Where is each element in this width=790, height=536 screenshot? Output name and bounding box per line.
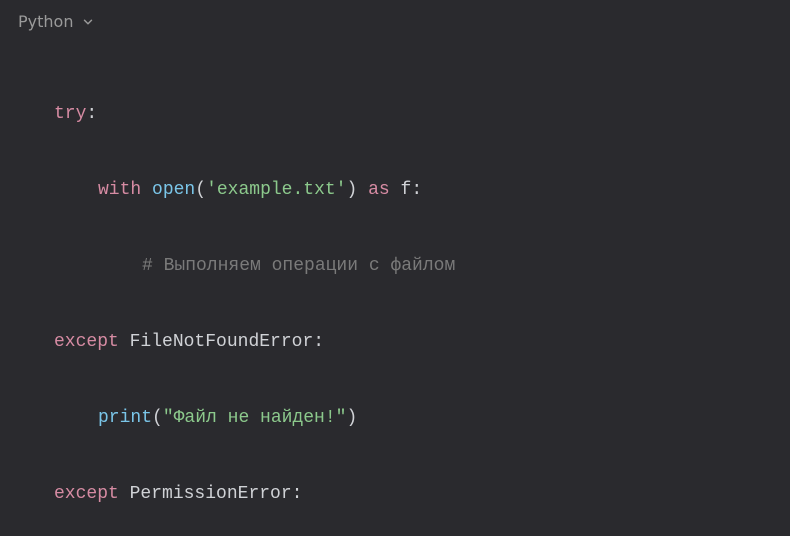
function-open: open [152,180,195,200]
code-line: with open('example.txt') as f: [54,171,772,209]
exception-class: PermissionError [130,484,292,504]
comment: # Выполняем операции с файлом [142,256,455,276]
keyword-with: with [98,180,141,200]
exception-class: FileNotFoundError [130,332,314,352]
language-selector[interactable]: Python [0,0,790,39]
keyword-as: as [368,180,390,200]
paren-open: ( [195,180,206,200]
string-literal: 'example.txt' [206,180,346,200]
keyword-except: except [54,332,119,352]
code-editor-panel: Python try: with open('example.txt') as … [0,0,790,536]
function-print: print [98,408,152,428]
code-block[interactable]: try: with open('example.txt') as f: # Вы… [0,39,790,536]
keyword-try: try [54,104,86,124]
code-line: except FileNotFoundError: [54,323,772,361]
colon: : [292,484,303,504]
code-line: print("Файл не найден!") [54,399,772,437]
language-label: Python [18,12,73,31]
string-literal: "Файл не найден!" [163,408,347,428]
code-line: except PermissionError: [54,475,772,513]
colon: : [313,332,324,352]
paren-open: ( [152,408,163,428]
keyword-except: except [54,484,119,504]
code-line: try: [54,95,772,133]
paren-close: ) [346,408,357,428]
chevron-down-icon [81,15,95,29]
code-line: # Выполняем операции с файлом [54,247,772,285]
paren-close: ) [347,180,358,200]
colon: : [411,180,422,200]
colon: : [86,104,97,124]
variable-f: f [401,180,412,200]
